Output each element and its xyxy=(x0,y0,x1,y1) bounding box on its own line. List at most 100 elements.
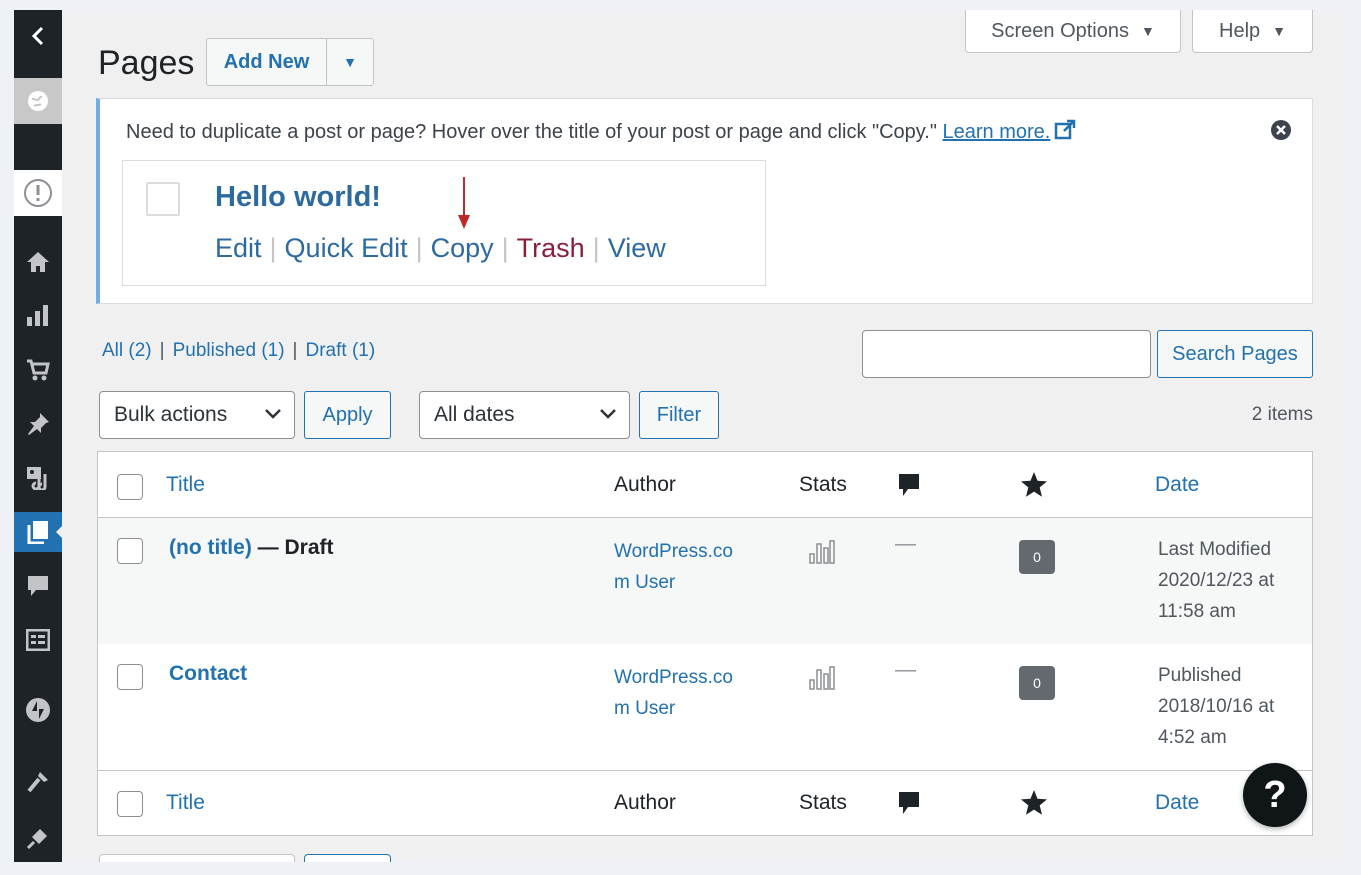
pin-icon xyxy=(28,413,49,435)
filter-draft-link[interactable]: Draft (1) xyxy=(305,340,375,361)
select-all-checkbox[interactable] xyxy=(117,474,143,500)
home-icon xyxy=(27,252,49,272)
sidebar-item-posts[interactable] xyxy=(14,404,62,444)
alert-button[interactable] xyxy=(14,170,62,216)
column-title[interactable]: Title xyxy=(166,791,205,815)
row-author-link[interactable]: WordPress.com User xyxy=(614,662,744,724)
column-stats: Stats xyxy=(799,791,847,814)
column-date[interactable]: Date xyxy=(1155,791,1199,815)
table-row: (no title) — Draft WordPress.com User — … xyxy=(98,518,1312,644)
chevron-down-icon xyxy=(600,409,616,419)
notice-message: Need to duplicate a post or page? Hover … xyxy=(126,119,1076,144)
items-count: 2 items xyxy=(1251,404,1313,425)
copy-notice: Need to duplicate a post or page? Hover … xyxy=(96,98,1313,304)
bulk-actions-select-bottom[interactable] xyxy=(99,854,295,862)
apply-button[interactable]: Apply xyxy=(304,391,391,439)
sidebar-item-jetpack[interactable] xyxy=(14,690,62,730)
site-icon-button[interactable] xyxy=(14,78,62,124)
add-new-button[interactable]: Add New xyxy=(206,38,327,86)
chevron-down-icon xyxy=(265,409,281,419)
filter-button[interactable]: Filter xyxy=(639,391,719,439)
wp-admin-window: Pages Add New ▼ Screen Options ▼ Help ▼ Ne… xyxy=(14,10,1347,862)
screen-options-button[interactable]: Screen Options ▼ xyxy=(965,10,1181,53)
dates-filter-value: All dates xyxy=(434,403,515,426)
pages-icon xyxy=(27,521,48,544)
help-fab-button[interactable]: ? xyxy=(1243,763,1307,827)
row-comments: — xyxy=(895,532,916,555)
demo-quick-edit: Quick Edit xyxy=(284,233,408,263)
cart-icon xyxy=(27,359,50,381)
filter-all-link[interactable]: All (2) xyxy=(102,340,152,361)
column-title[interactable]: Title xyxy=(166,473,205,497)
row-state: — Draft xyxy=(257,536,334,559)
row-checkbox[interactable] xyxy=(117,538,143,564)
table-header: Title Author Stats Date xyxy=(98,452,1312,518)
sidebar-item-comments[interactable] xyxy=(14,566,62,606)
sidebar-item-store[interactable] xyxy=(14,350,62,390)
screen-options-label: Screen Options xyxy=(991,19,1129,42)
star-icon[interactable] xyxy=(1020,789,1048,816)
stats-icon[interactable] xyxy=(808,664,836,690)
dates-filter-select[interactable]: All dates xyxy=(419,391,630,439)
chevron-left-icon xyxy=(31,26,44,46)
row-date: Last Modified 2020/12/23 at 11:58 am xyxy=(1158,534,1308,627)
caret-down-icon: ▼ xyxy=(343,54,357,70)
bulk-actions-select[interactable]: Bulk actions xyxy=(99,391,295,439)
copy-demo-image: Hello world! Edit | Quick Edit | Copy | Trash |… xyxy=(122,160,766,286)
row-checkbox[interactable] xyxy=(117,664,143,690)
site-icon xyxy=(28,91,48,111)
caret-down-icon: ▼ xyxy=(1272,23,1286,39)
tools-icon xyxy=(27,772,48,793)
close-icon[interactable] xyxy=(1270,119,1292,141)
arrow-down-icon xyxy=(458,177,470,229)
page-title: Pages xyxy=(98,44,195,82)
row-title-link[interactable]: Contact xyxy=(169,662,247,685)
status-filter-links: All (2) | Published (1) | Draft (1) xyxy=(102,340,376,361)
demo-copy: Copy xyxy=(430,233,494,263)
learn-more-link[interactable]: Learn more. xyxy=(943,121,1051,143)
demo-checkbox xyxy=(146,182,180,216)
sidebar-item-pages[interactable] xyxy=(14,512,63,552)
external-link-icon[interactable] xyxy=(1054,119,1076,141)
caret-down-icon: ▼ xyxy=(1141,23,1155,39)
jetpack-icon xyxy=(26,698,50,722)
pages-table: Title Author Stats Date (no title) — Dra… xyxy=(97,451,1313,836)
star-icon[interactable] xyxy=(1020,471,1048,498)
row-author-link[interactable]: WordPress.com User xyxy=(614,536,744,598)
column-date[interactable]: Date xyxy=(1155,473,1199,497)
row-date-status: Last Modified xyxy=(1158,539,1272,560)
demo-edit: Edit xyxy=(215,233,262,263)
sidebar-item-feedback[interactable] xyxy=(14,620,62,660)
admin-sidebar xyxy=(14,10,63,862)
plugins-icon xyxy=(26,829,47,850)
row-date-status: Published xyxy=(1158,665,1242,686)
row-likes-badge: 0 xyxy=(1019,540,1055,574)
forms-icon xyxy=(26,629,50,651)
help-tab-button[interactable]: Help ▼ xyxy=(1192,10,1313,53)
stats-icon[interactable] xyxy=(808,538,836,564)
search-pages-button[interactable]: Search Pages xyxy=(1157,330,1313,378)
add-new-dropdown-toggle[interactable]: ▼ xyxy=(326,38,374,86)
apply-button-bottom[interactable] xyxy=(304,854,391,862)
column-author: Author xyxy=(614,791,676,814)
row-date: Published 2018/10/16 at 4:52 am xyxy=(1158,660,1308,753)
filter-published-link[interactable]: Published (1) xyxy=(173,340,285,361)
sidebar-item-home[interactable] xyxy=(14,242,62,282)
sidebar-item-plugins[interactable] xyxy=(14,818,62,858)
sidebar-item-appearance[interactable] xyxy=(14,762,62,802)
sidebar-item-stats[interactable] xyxy=(14,296,62,336)
alert-icon xyxy=(24,179,52,207)
row-title-link[interactable]: (no title) xyxy=(169,536,252,559)
comment-icon[interactable] xyxy=(897,790,921,816)
media-icon xyxy=(27,467,47,490)
demo-post-title: Hello world! xyxy=(215,181,381,213)
select-all-checkbox[interactable] xyxy=(117,791,143,817)
sidebar-item-media[interactable] xyxy=(14,458,62,498)
help-label: Help xyxy=(1219,19,1261,42)
demo-view: View xyxy=(607,233,666,263)
search-input[interactable] xyxy=(862,330,1151,378)
collapse-menu-button[interactable] xyxy=(14,14,62,58)
comment-icon[interactable] xyxy=(897,472,921,498)
column-stats: Stats xyxy=(799,473,847,496)
table-footer: Title Author Stats Date xyxy=(98,770,1312,836)
